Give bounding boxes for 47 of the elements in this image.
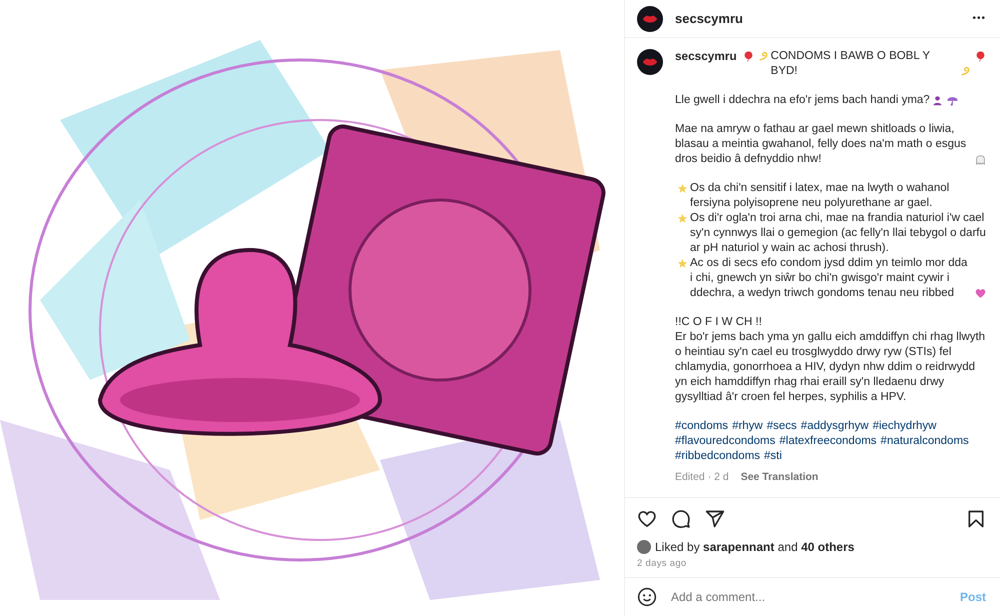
- hashtag-link[interactable]: #naturalcondoms: [880, 434, 969, 449]
- swirl-icon: [758, 51, 769, 62]
- emoji-icon[interactable]: [637, 587, 657, 607]
- lips-icon: [642, 14, 658, 24]
- umbrella-icon: [946, 95, 958, 106]
- edited-time: Edited · 2 d: [675, 470, 729, 485]
- post-time: 2 days ago: [637, 558, 688, 569]
- hashtag-link[interactable]: #condoms: [675, 419, 728, 434]
- username[interactable]: secscymru: [675, 49, 737, 64]
- balloon-icon: [975, 51, 986, 62]
- hashtag-link[interactable]: #iechydrhyw: [872, 419, 936, 434]
- lips-icon: [642, 57, 658, 67]
- caption-text: Os da chi'n sensitif i latex, mae na lwyth o wahanol fersiyna polyisoprene neu polyurethane ar gael.: [690, 181, 950, 211]
- avatar[interactable]: [637, 49, 663, 75]
- comment-field[interactable]: Add a comment...: [669, 589, 948, 605]
- heart-outline-icon[interactable]: [637, 509, 657, 529]
- star-icon: [677, 213, 688, 224]
- star-icon: [677, 183, 688, 194]
- hashtag-link[interactable]: #sti: [764, 449, 782, 464]
- star-icon: [677, 258, 688, 269]
- avatar[interactable]: [637, 6, 663, 32]
- more-options-button[interactable]: •••: [972, 13, 986, 24]
- see-translation-link[interactable]: See Translation: [740, 470, 818, 485]
- caption-text: Ac os di secs efo condom jysd ddim yn teimlo mor dda i chi, gnewch yn siŵr bo chi'n gwisgo'r maint cywir i ddechra, a wedyn triwch gondoms tenau neu ribbed: [690, 256, 968, 301]
- comment-icon[interactable]: [671, 509, 691, 529]
- likes-text[interactable]: Liked by sarapennant and 40 others: [655, 540, 854, 554]
- caption-text: CONDOMS I BAWB O BOBL Y BYD!: [770, 49, 931, 79]
- liker-avatar[interactable]: [637, 540, 651, 554]
- hashtag-link[interactable]: #latexfreecondoms: [779, 434, 877, 449]
- hashtag-link[interactable]: #rhyw: [732, 419, 763, 434]
- hashtag-link[interactable]: #ribbedcondoms: [675, 449, 760, 464]
- username[interactable]: secscymru: [675, 11, 743, 26]
- hashtag-link[interactable]: #flavouredcondoms: [675, 434, 776, 449]
- ghost-icon: [975, 154, 986, 165]
- hashtag-link[interactable]: #addysgrhyw: [800, 419, 869, 434]
- caption-text: Lle gwell i ddechra na efo'r jems bach handi yma?: [675, 93, 930, 108]
- caption-text: !!C O F I W CH !!: [675, 315, 762, 330]
- hashtag-link[interactable]: #secs: [766, 419, 797, 434]
- figure-icon: [932, 95, 943, 106]
- swirl-icon: [960, 66, 971, 77]
- caption-text: Er bo'r jems bach yma yn gallu eich amddiffyn chi rhag llwyth o heintiau sy'n cael eu trosglwyddo drwy ryw (STIs) fel chlamydia, gonorrhoea a HIV, dydyn nhw ddim o reidrwydd yn eich hamddiffyn rhag rhai eraill sy'n lledaenu drwy gysylltiad â'r croen fel herpes, syphilis a HPV.: [675, 330, 986, 405]
- caption-text: Mae na amryw o fathau ar gael mewn shitloads o liwia, blasau a meintia gwahanol, felly does na'm math o esgus dros beidio â defnyddio nhw!: [675, 122, 968, 167]
- share-icon[interactable]: [705, 509, 725, 529]
- bookmark-icon[interactable]: [966, 509, 986, 529]
- balloon-icon: [742, 51, 754, 62]
- heart-icon: [975, 288, 986, 299]
- caption-text: Os di'r ogla'n troi arna chi, mae na frandia naturiol i'w cael sy'n cynnwys llai o gemegion (ac felly'n llai tebygol o darfu ar pH naturiol y wain ac achosi thrush).: [690, 211, 987, 256]
